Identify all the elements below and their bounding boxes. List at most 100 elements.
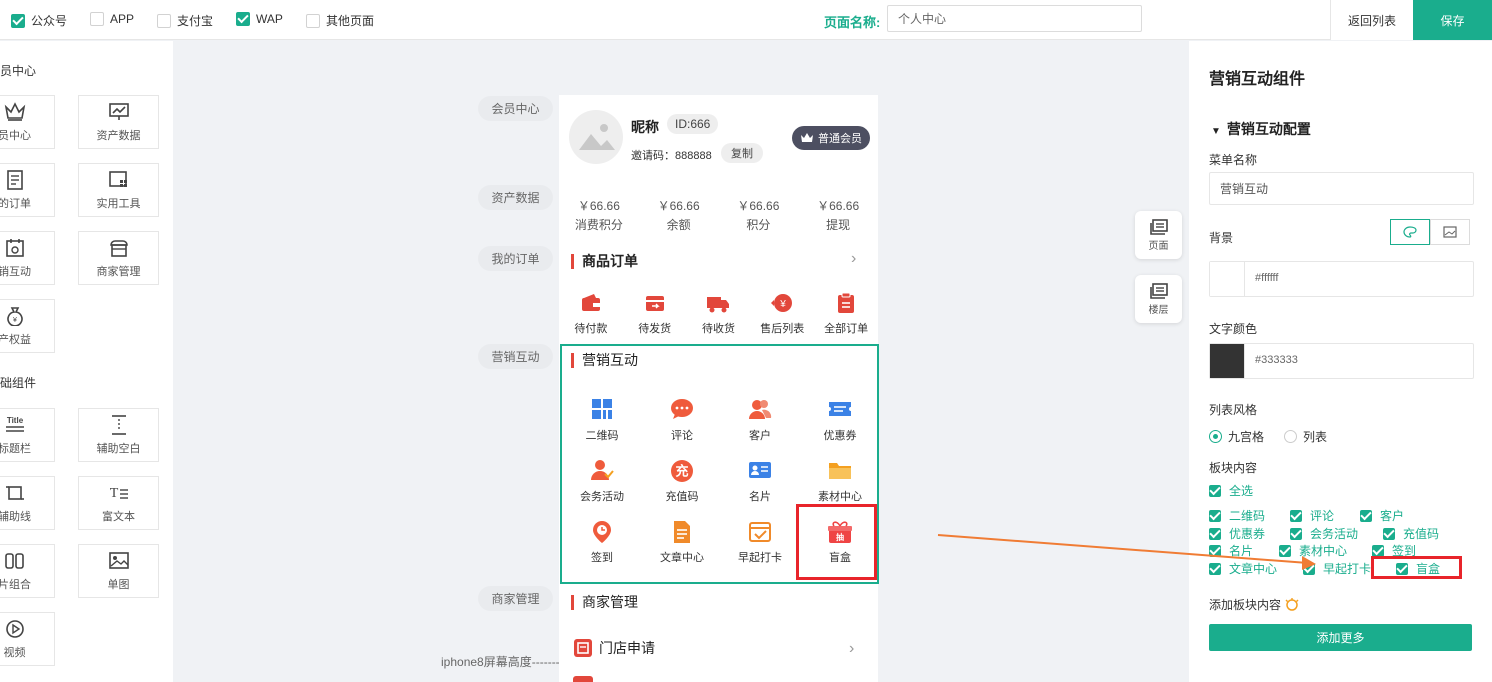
checkbox-checked-icon bbox=[236, 12, 250, 26]
menu-name-input[interactable]: 营销互动 bbox=[1209, 172, 1474, 205]
checkbox-materials[interactable]: 素材中心 bbox=[1279, 542, 1347, 559]
store-apply-row[interactable]: 门店申请 bbox=[573, 638, 655, 658]
checkbox-event[interactable]: 会务活动 bbox=[1290, 525, 1358, 542]
style-grid-radio[interactable]: 九宫格 bbox=[1209, 428, 1264, 445]
marketing-item-customer[interactable]: 客户 bbox=[720, 398, 800, 443]
component-tile-asset-rights[interactable]: ¥ 产权益 bbox=[0, 299, 55, 353]
svg-text:¥: ¥ bbox=[13, 317, 17, 324]
order-pending-shipment[interactable]: 待发货 bbox=[623, 292, 687, 336]
chevron-right-icon[interactable]: › bbox=[851, 250, 856, 268]
checkbox-coupon[interactable]: 优惠券 bbox=[1209, 525, 1265, 542]
marketing-item-articles[interactable]: 文章中心 bbox=[642, 520, 722, 565]
platform-checkbox-wap[interactable]: WAP bbox=[236, 12, 283, 26]
checkbox-comment[interactable]: 评论 bbox=[1290, 507, 1334, 524]
image-mode-button[interactable] bbox=[1430, 219, 1470, 245]
checkbox-qrcode[interactable]: 二维码 bbox=[1209, 507, 1265, 524]
marketing-item-qrcode[interactable]: 二维码 bbox=[562, 398, 642, 443]
marketing-item-event[interactable]: 会务活动 bbox=[562, 459, 642, 504]
component-tile-spacer[interactable]: 辅助空白 bbox=[78, 408, 159, 462]
style-list-radio[interactable]: 列表 bbox=[1284, 428, 1327, 445]
floor-pill-my-orders[interactable]: 我的订单 bbox=[478, 246, 553, 271]
save-button[interactable]: 保存 bbox=[1413, 0, 1492, 40]
component-tile-member-center[interactable]: 员中心 bbox=[0, 95, 55, 149]
member-level-badge[interactable]: 普通会员 bbox=[792, 126, 870, 150]
text-color-picker[interactable]: #333333 bbox=[1209, 343, 1474, 379]
component-tile-rich-text[interactable]: T 富文本 bbox=[78, 476, 159, 530]
component-tile-title-bar[interactable]: Title 标题栏 bbox=[0, 408, 55, 462]
avatar[interactable] bbox=[569, 110, 623, 164]
component-tile-image-group[interactable]: 片组合 bbox=[0, 544, 55, 598]
stat-consume-points[interactable]: ￥66.66 消费积分 bbox=[559, 197, 639, 233]
event-user-icon bbox=[562, 459, 642, 483]
back-to-list-button[interactable]: 返回列表 bbox=[1330, 0, 1413, 40]
stat-withdraw[interactable]: ￥66.66 提现 bbox=[798, 197, 878, 233]
text-color-swatch[interactable] bbox=[1210, 344, 1245, 378]
background-color-picker[interactable]: #ffffff bbox=[1209, 261, 1474, 297]
background-color-swatch[interactable] bbox=[1210, 262, 1245, 296]
properties-panel: 营销互动组件 ▼ 营销互动配置 菜单名称 营销互动 背景 #ffffff 文字颜色… bbox=[1189, 41, 1492, 682]
component-tile-merchant[interactable]: 商家管理 bbox=[78, 231, 159, 285]
floor-pill-marketing[interactable]: 营销互动 bbox=[478, 344, 553, 369]
order-pending-receipt[interactable]: 待收货 bbox=[687, 292, 751, 336]
floor-pill-merchant[interactable]: 商家管理 bbox=[478, 586, 553, 611]
truck-icon bbox=[687, 292, 751, 316]
asset-stats: ￥66.66 消费积分 ￥66.66 余额 ￥66.66 积分 ￥66.66 提现 bbox=[559, 197, 878, 233]
checkbox-checked-icon bbox=[1209, 544, 1221, 557]
checkbox-early-checkin[interactable]: 早起打卡 bbox=[1303, 560, 1371, 577]
svg-text:¥: ¥ bbox=[780, 299, 787, 310]
radio-unselected-icon bbox=[1284, 430, 1297, 443]
layer-tool-button[interactable]: 楼层 bbox=[1135, 275, 1182, 323]
pages-icon bbox=[1149, 218, 1168, 235]
floor-pill-member-center[interactable]: 会员中心 bbox=[478, 96, 553, 121]
marketing-item-early-checkin[interactable]: 早起打卡 bbox=[720, 520, 800, 565]
config-section-title[interactable]: ▼ 营销互动配置 bbox=[1211, 119, 1311, 139]
component-tile-marketing[interactable]: 销互动 bbox=[0, 231, 55, 285]
user-id-badge: ID:666 bbox=[667, 114, 719, 134]
checkbox-checked-icon bbox=[1209, 509, 1221, 522]
store-icon-partial bbox=[573, 676, 593, 682]
platform-checkbox-wechat[interactable]: 公众号 bbox=[11, 12, 67, 29]
checkbox-checked-icon bbox=[1209, 527, 1221, 540]
floor-pill-asset-data[interactable]: 资产数据 bbox=[478, 185, 553, 210]
marketing-item-materials[interactable]: 素材中心 bbox=[800, 459, 880, 504]
qrcode-icon bbox=[562, 398, 642, 422]
stat-balance[interactable]: ￥66.66 余额 bbox=[639, 197, 719, 233]
marketing-item-recharge[interactable]: 充 充值码 bbox=[642, 459, 722, 504]
component-tile-asset-data[interactable]: 资产数据 bbox=[78, 95, 159, 149]
palette-icon bbox=[1403, 226, 1417, 238]
add-block-content[interactable]: 添加板块内容 bbox=[1209, 596, 1299, 613]
order-list-icon bbox=[4, 169, 26, 191]
order-after-sales[interactable]: ¥ 售后列表 bbox=[750, 292, 814, 336]
platform-checkbox-alipay[interactable]: 支付宝 bbox=[157, 12, 213, 29]
copy-invite-button[interactable]: 复制 bbox=[721, 143, 763, 163]
checkbox-recharge[interactable]: 充值码 bbox=[1383, 525, 1439, 542]
page-name-input[interactable] bbox=[887, 5, 1142, 32]
component-tile-divider[interactable]: 辅助线 bbox=[0, 476, 55, 530]
checkbox-articles[interactable]: 文章中心 bbox=[1209, 560, 1277, 577]
stat-points[interactable]: ￥66.66 积分 bbox=[719, 197, 799, 233]
order-pending-payment[interactable]: 待付款 bbox=[559, 292, 623, 336]
checkbox-customer[interactable]: 客户 bbox=[1360, 507, 1404, 524]
clipboard-icon bbox=[814, 292, 878, 316]
marketing-item-coupon[interactable]: 优惠券 bbox=[800, 398, 880, 443]
color-mode-button[interactable] bbox=[1390, 219, 1430, 245]
calendar-check-icon bbox=[720, 520, 800, 544]
component-tile-video[interactable]: 视频 bbox=[0, 612, 55, 666]
image-placeholder-icon bbox=[579, 124, 615, 150]
component-tile-single-image[interactable]: 单图 bbox=[78, 544, 159, 598]
marketing-item-checkin[interactable]: 签到 bbox=[562, 520, 642, 565]
marketing-item-business-card[interactable]: 名片 bbox=[720, 459, 800, 504]
checkbox-business-card[interactable]: 名片 bbox=[1209, 542, 1253, 559]
platform-checkbox-other[interactable]: 其他页面 bbox=[306, 12, 374, 29]
page-tool-button[interactable]: 页面 bbox=[1135, 211, 1182, 259]
page-name-label: 页面名称: bbox=[824, 15, 881, 30]
marketing-item-comment[interactable]: 评论 bbox=[642, 398, 722, 443]
checkbox-select-all[interactable]: 全选 bbox=[1209, 482, 1253, 499]
chevron-right-icon[interactable]: › bbox=[849, 640, 854, 658]
add-more-button[interactable]: 添加更多 bbox=[1209, 624, 1472, 651]
component-tile-tools[interactable]: 实用工具 bbox=[78, 163, 159, 217]
component-tile-my-orders[interactable]: 的订单 bbox=[0, 163, 55, 217]
box-send-icon bbox=[623, 292, 687, 316]
platform-checkbox-app[interactable]: APP bbox=[90, 12, 134, 26]
order-all[interactable]: 全部订单 bbox=[814, 292, 878, 336]
